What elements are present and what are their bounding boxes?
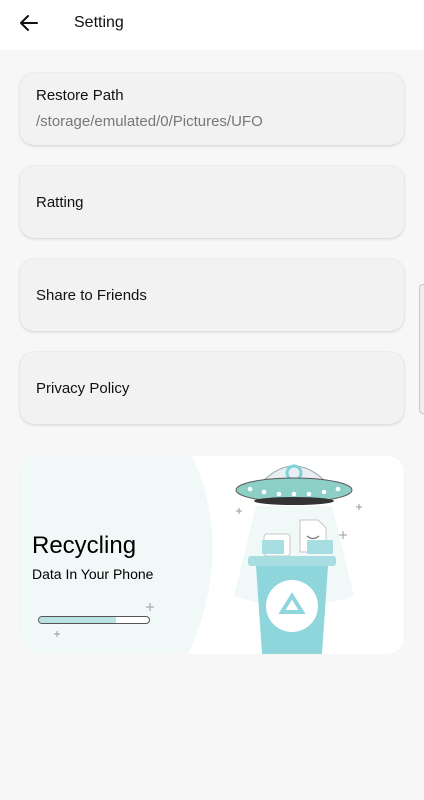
arrow-left-icon [19, 13, 39, 38]
edge-panel-handle[interactable] [419, 284, 424, 414]
app-bar: Setting [0, 0, 424, 50]
privacy-policy-label: Privacy Policy [36, 380, 130, 397]
share-label: Share to Friends [36, 287, 147, 304]
restore-path-label: Restore Path [36, 87, 124, 104]
page-title: Setting [74, 14, 124, 31]
privacy-policy-item[interactable]: Privacy Policy [20, 352, 404, 424]
banner-title: Recycling [32, 532, 137, 559]
progress-fill [39, 617, 116, 623]
share-item[interactable]: Share to Friends [20, 259, 404, 331]
back-button[interactable] [12, 8, 46, 42]
restore-path-item[interactable]: Restore Path /storage/emulated/0/Picture… [20, 73, 404, 145]
rating-item[interactable]: Ratting [20, 166, 404, 238]
restore-path-value: /storage/emulated/0/Pictures/UFO [36, 113, 263, 130]
rating-label: Ratting [36, 194, 84, 211]
banner-subtitle: Data In Your Phone [32, 566, 154, 582]
recycle-banner[interactable]: Recycling Data In Your Phone [20, 456, 404, 654]
recycle-progress-bar [38, 616, 150, 624]
